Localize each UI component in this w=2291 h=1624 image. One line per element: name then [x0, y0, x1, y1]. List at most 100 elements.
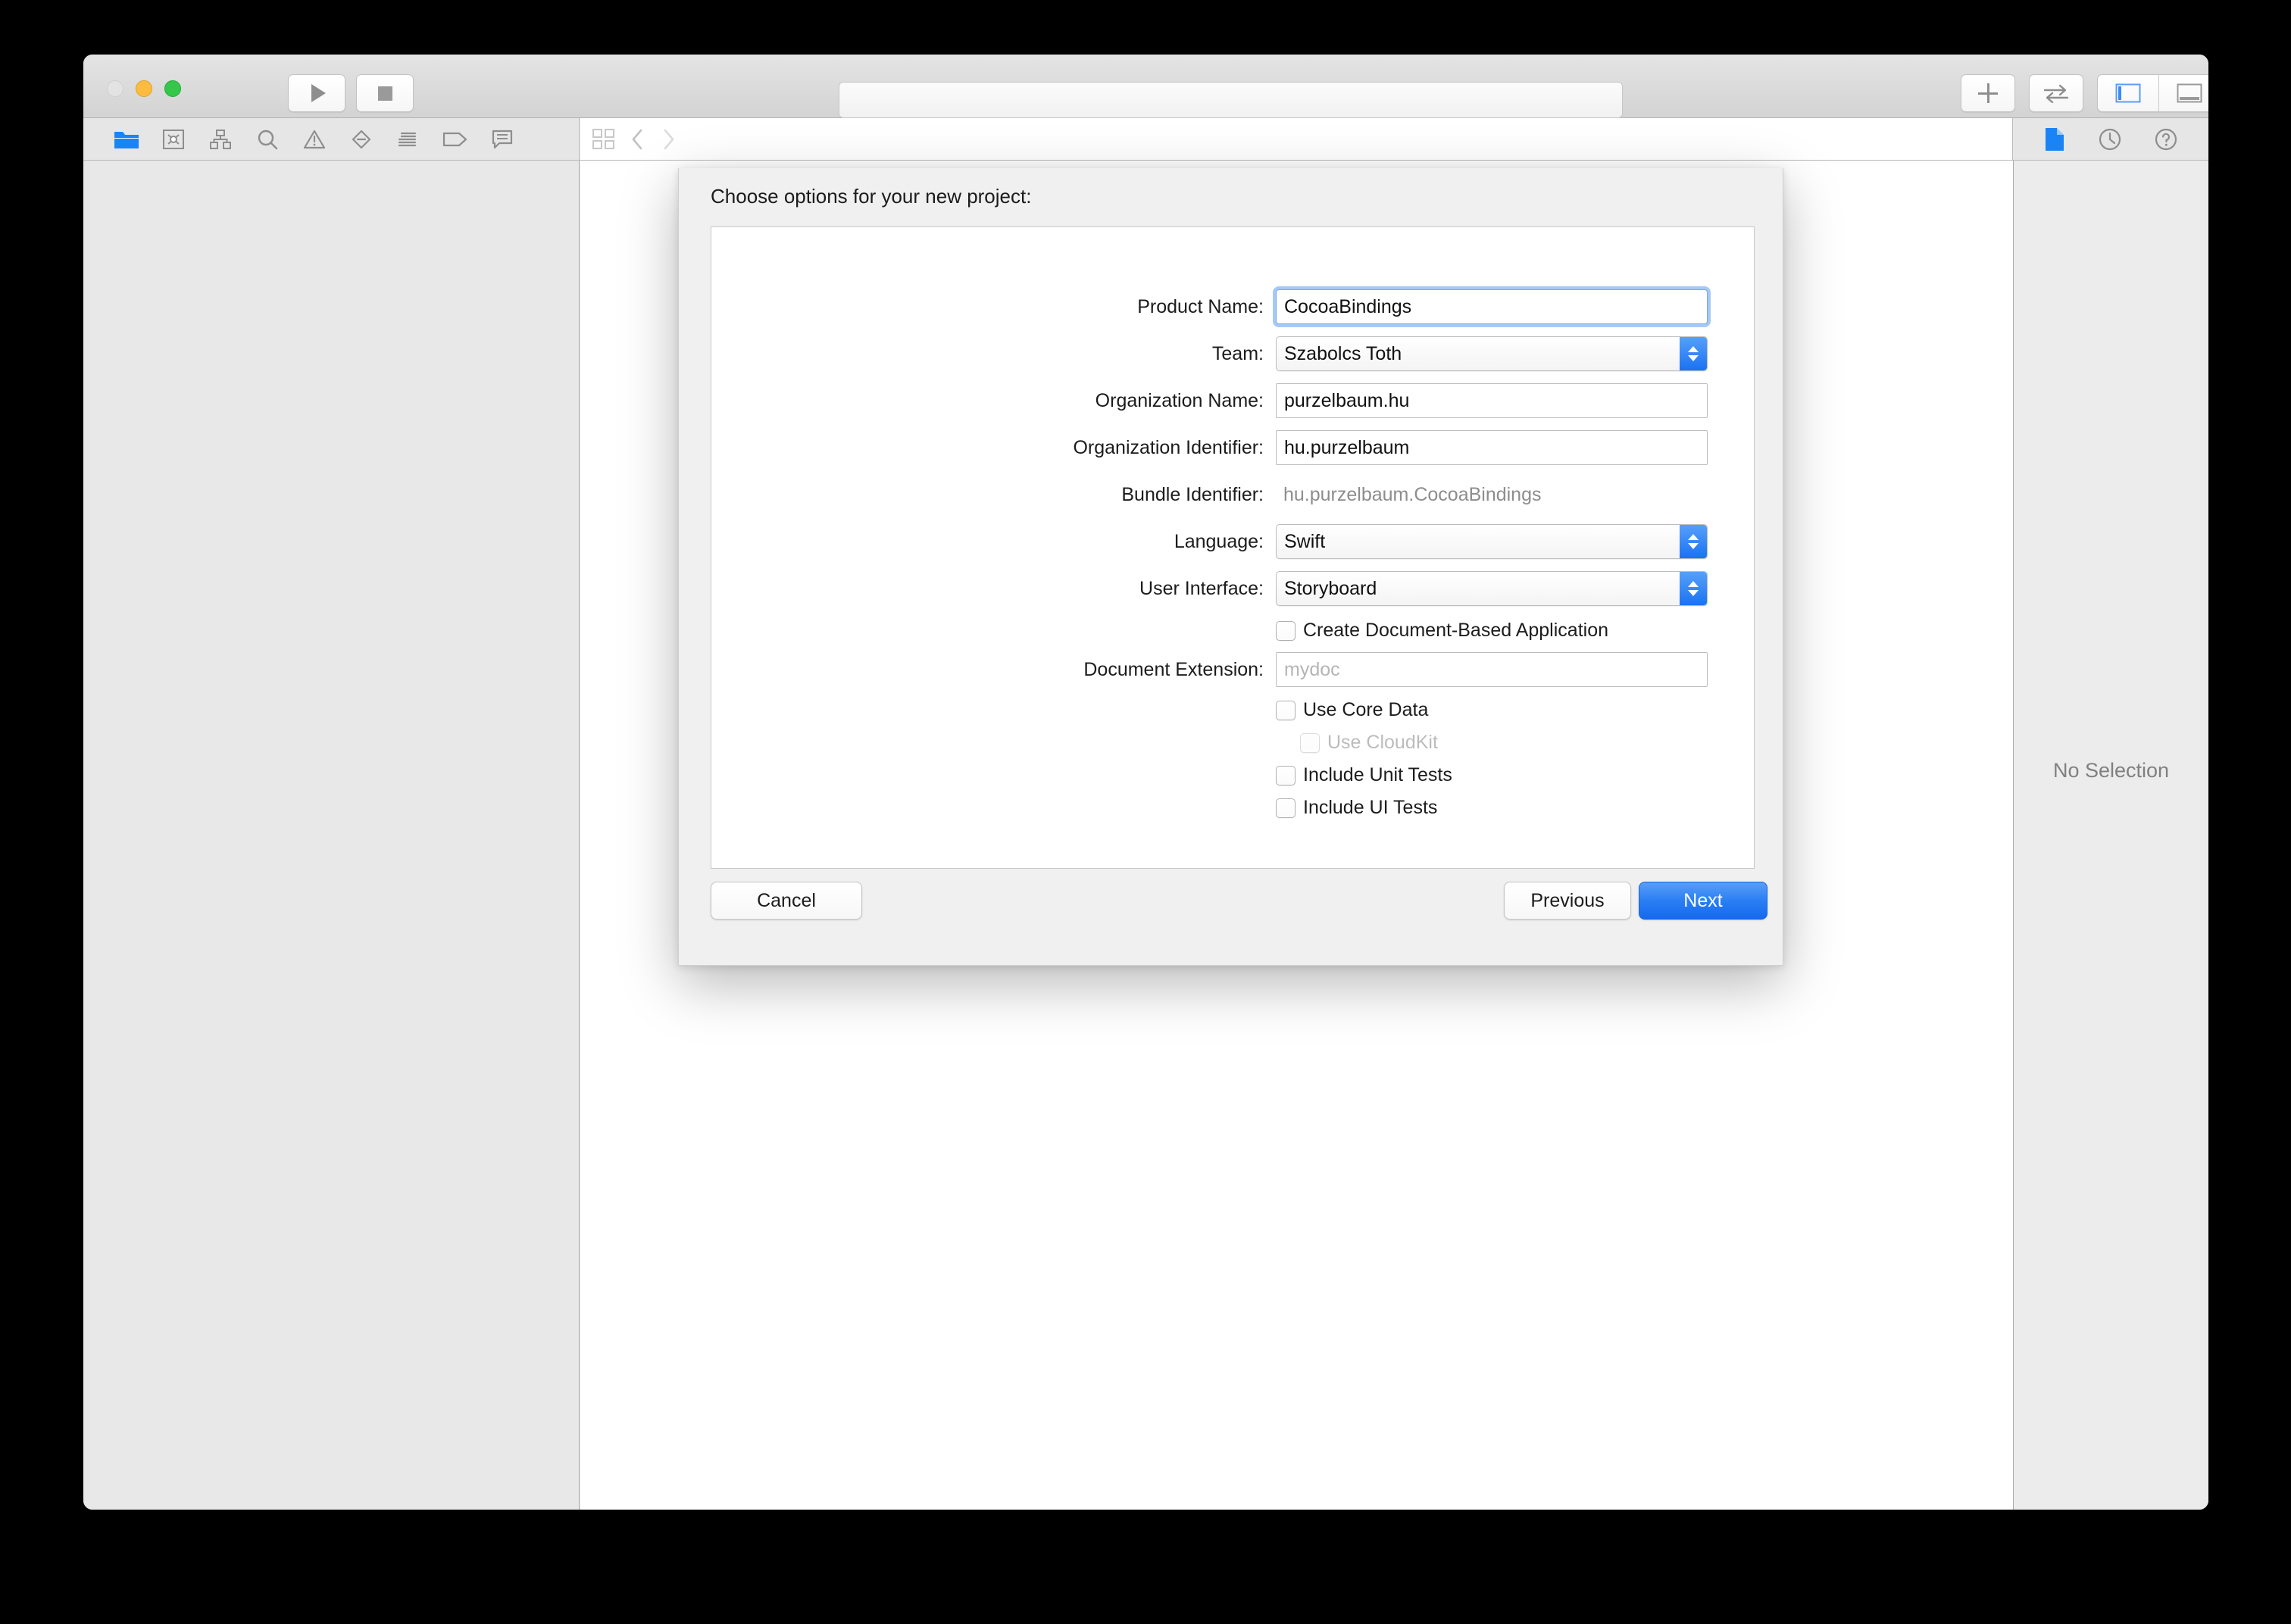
- related-items-icon[interactable]: [592, 128, 615, 150]
- user-interface-value: Storyboard: [1284, 578, 1377, 599]
- next-button[interactable]: Next: [1639, 882, 1767, 920]
- run-button[interactable]: [288, 74, 345, 112]
- help-icon[interactable]: [2154, 127, 2178, 151]
- inspector-pane: No Selection: [2013, 161, 2208, 1510]
- include-unit-tests-checkbox[interactable]: [1276, 765, 1296, 785]
- form-row-user-interface: User Interface: Storyboard: [711, 571, 1754, 606]
- document-extension-label: Document Extension:: [1083, 658, 1264, 680]
- folder-icon: [114, 131, 139, 148]
- include-ui-tests-checkbox[interactable]: [1276, 798, 1296, 818]
- previous-button[interactable]: Previous: [1504, 882, 1631, 920]
- team-label: Team:: [1211, 342, 1264, 364]
- cancel-button[interactable]: Cancel: [711, 882, 862, 920]
- organization-identifier-input[interactable]: hu.purzelbaum: [1276, 430, 1708, 465]
- debug-list-icon: [398, 132, 417, 146]
- editor-layout-segmented-control[interactable]: [2097, 74, 2208, 112]
- left-panel-icon: [2115, 83, 2141, 103]
- language-value: Swift: [1284, 531, 1326, 552]
- use-cloudkit-label: Use CloudKit: [1327, 732, 1438, 753]
- back-chevron-icon[interactable]: [630, 128, 645, 151]
- navigator-pane: [83, 161, 580, 1510]
- forward-chevron-icon[interactable]: [661, 128, 676, 151]
- navigator-toolbar-strip: [83, 118, 2208, 161]
- symbol-hierarchy-icon: [210, 129, 231, 149]
- stop-button[interactable]: [356, 74, 414, 112]
- project-options-form: Product Name: CocoaBindings Team: Szabol…: [711, 227, 1754, 829]
- product-name-input[interactable]: CocoaBindings: [1276, 289, 1708, 324]
- minimize-button[interactable]: [136, 80, 152, 97]
- form-row-organization-identifier: Organization Identifier: hu.purzelbaum: [711, 430, 1754, 465]
- close-button[interactable]: [107, 80, 123, 97]
- team-value: Szabolcs Toth: [1284, 343, 1402, 364]
- bottom-panel-icon: [2177, 83, 2202, 103]
- navigator-selector-bar[interactable]: [91, 118, 580, 160]
- diamond-minus-icon: [352, 130, 371, 148]
- checkbox-row-use-core-data[interactable]: Use Core Data: [711, 699, 1754, 721]
- inspector-empty-state: No Selection: [2052, 759, 2170, 782]
- jump-bar[interactable]: [580, 118, 2013, 160]
- organization-identifier-label: Organization Identifier:: [1073, 436, 1264, 458]
- stop-icon: [377, 86, 392, 101]
- chevron-updown-icon: [1680, 525, 1707, 558]
- organization-name-input[interactable]: purzelbaum.hu: [1276, 383, 1708, 418]
- sidebar-item-report-navigator[interactable]: [479, 128, 526, 151]
- organization-name-label: Organization Name:: [1095, 389, 1264, 411]
- sheet-title: Choose options for your new project:: [711, 185, 1032, 208]
- language-label: Language:: [1174, 530, 1264, 552]
- sidebar-item-test-navigator[interactable]: [338, 128, 385, 151]
- form-row-product-name: Product Name: CocoaBindings: [711, 289, 1754, 324]
- toggle-navigator-button[interactable]: [2098, 75, 2159, 111]
- document-based-checkbox[interactable]: [1276, 620, 1296, 641]
- form-row-document-extension: Document Extension: mydoc: [711, 652, 1754, 687]
- form-row-organization-name: Organization Name: purzelbaum.hu: [711, 383, 1754, 418]
- user-interface-popup-button[interactable]: Storyboard: [1276, 571, 1708, 606]
- checkbox-row-include-unit-tests[interactable]: Include Unit Tests: [711, 764, 1754, 786]
- checkbox-row-include-ui-tests[interactable]: Include UI Tests: [711, 797, 1754, 819]
- document-extension-input[interactable]: mydoc: [1276, 652, 1708, 687]
- include-unit-tests-label: Include Unit Tests: [1303, 764, 1452, 785]
- sidebar-item-source-control-navigator[interactable]: [150, 128, 197, 151]
- warning-triangle-icon: [303, 130, 326, 148]
- checkbox-row-document-based[interactable]: Create Document-Based Application: [711, 620, 1754, 642]
- language-popup-button[interactable]: Swift: [1276, 524, 1708, 559]
- file-inspector-icon[interactable]: [2043, 126, 2066, 152]
- play-icon: [311, 84, 326, 102]
- sheet-options-panel: Product Name: CocoaBindings Team: Szabol…: [711, 226, 1755, 869]
- plus-icon: [1978, 83, 1998, 103]
- sidebar-item-issue-navigator[interactable]: [291, 128, 338, 151]
- user-interface-label: User Interface:: [1139, 577, 1264, 599]
- add-button[interactable]: [1961, 74, 2015, 112]
- chevron-updown-icon: [1680, 337, 1707, 370]
- use-core-data-checkbox[interactable]: [1276, 700, 1296, 720]
- sidebar-item-find-navigator[interactable]: [244, 128, 291, 151]
- form-row-team: Team: Szabolcs Toth: [711, 336, 1754, 371]
- xcode-window: No Selection Choose options for your new…: [83, 55, 2208, 1510]
- checkbox-row-use-cloudkit: Use CloudKit: [711, 732, 1754, 754]
- product-name-label: Product Name:: [1137, 295, 1264, 317]
- bundle-identifier-label: Bundle Identifier:: [1121, 483, 1264, 505]
- include-ui-tests-label: Include UI Tests: [1303, 797, 1438, 818]
- sidebar-item-debug-navigator[interactable]: [385, 128, 432, 151]
- breakpoint-tag-icon: [442, 132, 467, 146]
- traffic-lights: [107, 80, 181, 97]
- sidebar-item-project-navigator[interactable]: [103, 128, 150, 151]
- quick-help-inspector-icon[interactable]: [2098, 127, 2122, 151]
- sidebar-item-symbol-navigator[interactable]: [197, 128, 244, 151]
- document-based-label: Create Document-Based Application: [1303, 620, 1609, 641]
- source-control-icon: [163, 129, 184, 149]
- activity-view: [839, 82, 1623, 118]
- inspector-selector-bar[interactable]: [2013, 118, 2208, 160]
- toggle-debug-area-button[interactable]: [2159, 75, 2208, 111]
- bundle-identifier-value: hu.purzelbaum.CocoaBindings: [1283, 483, 1542, 505]
- form-row-bundle-identifier: Bundle Identifier: hu.purzelbaum.CocoaBi…: [711, 477, 1754, 512]
- sidebar-item-breakpoint-navigator[interactable]: [432, 130, 479, 149]
- zoom-button[interactable]: [164, 80, 181, 97]
- use-cloudkit-checkbox: [1300, 732, 1320, 753]
- new-project-options-sheet: Choose options for your new project: Pro…: [678, 168, 1783, 966]
- report-bubble-icon: [492, 130, 513, 148]
- search-icon: [258, 130, 278, 149]
- swap-editor-button[interactable]: [2029, 74, 2083, 112]
- team-popup-button[interactable]: Szabolcs Toth: [1276, 336, 1708, 371]
- chevron-updown-icon: [1680, 572, 1707, 605]
- window-titlebar: [83, 55, 2208, 118]
